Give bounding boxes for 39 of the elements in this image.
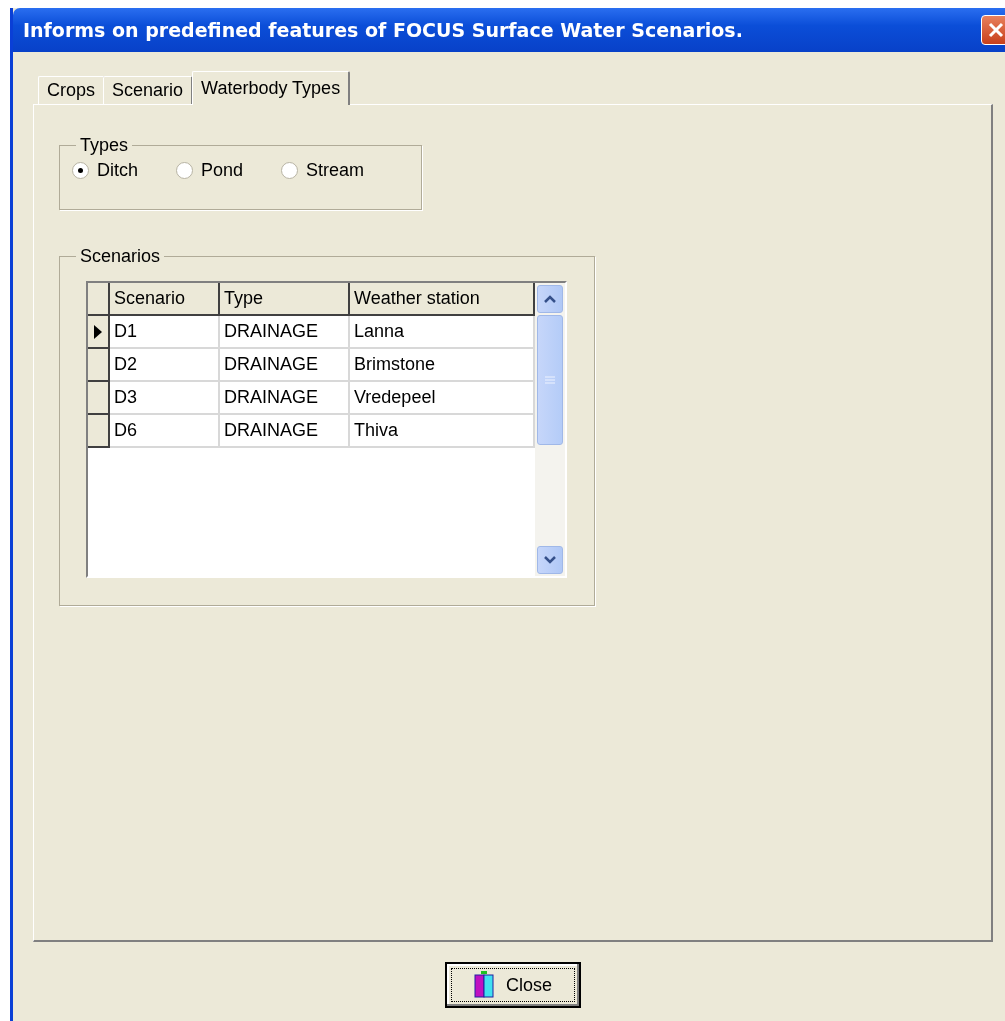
table-cell: DRAINAGE xyxy=(220,382,350,415)
column-header[interactable]: Scenario xyxy=(110,283,220,316)
scroll-up-icon[interactable] xyxy=(537,285,563,313)
table-cell: D1 xyxy=(110,316,220,349)
radio-icon[interactable] xyxy=(72,162,89,179)
table-cell: DRAINAGE xyxy=(220,415,350,448)
radio-label: Pond xyxy=(201,160,244,181)
table-cell: DRAINAGE xyxy=(220,316,350,349)
radio-option[interactable]: Pond xyxy=(176,160,244,181)
pointer-icon xyxy=(94,324,102,339)
table-cell: D6 xyxy=(110,415,220,448)
door-icon xyxy=(474,971,494,999)
radio-option[interactable]: Ditch xyxy=(72,160,138,181)
radio-label: Stream xyxy=(306,160,365,181)
table-cell: D2 xyxy=(110,349,220,382)
radio-option[interactable]: Stream xyxy=(281,160,365,181)
window-title: Informs on predefined features of FOCUS Surface Water Scenarios. xyxy=(23,19,743,41)
tab[interactable]: Crops xyxy=(38,76,105,104)
tab[interactable]: Waterbody Types xyxy=(192,71,351,105)
radio-icon[interactable] xyxy=(281,162,299,179)
close-button[interactable]: Close xyxy=(445,962,581,1008)
table-cell: D3 xyxy=(110,382,220,415)
scroll-thumb[interactable] xyxy=(537,315,563,445)
group-title: Types xyxy=(79,135,130,156)
row-indicator[interactable] xyxy=(88,415,110,448)
radio-label: Ditch xyxy=(97,160,138,181)
close-icon[interactable] xyxy=(981,15,1005,45)
row-indicator[interactable] xyxy=(88,349,110,382)
row-indicator[interactable] xyxy=(88,382,110,415)
table-cell: DRAINAGE xyxy=(220,349,350,382)
radio-icon[interactable] xyxy=(176,162,193,179)
group-title: Scenarios xyxy=(79,246,162,267)
column-header[interactable]: Weather station xyxy=(350,283,535,316)
header-corner xyxy=(88,283,110,316)
scroll-down-icon[interactable] xyxy=(537,546,563,574)
scrollbar[interactable] xyxy=(535,283,565,576)
column-header[interactable]: Type xyxy=(220,283,350,316)
row-indicator[interactable] xyxy=(88,316,110,349)
tab[interactable]: Scenario xyxy=(103,76,194,104)
